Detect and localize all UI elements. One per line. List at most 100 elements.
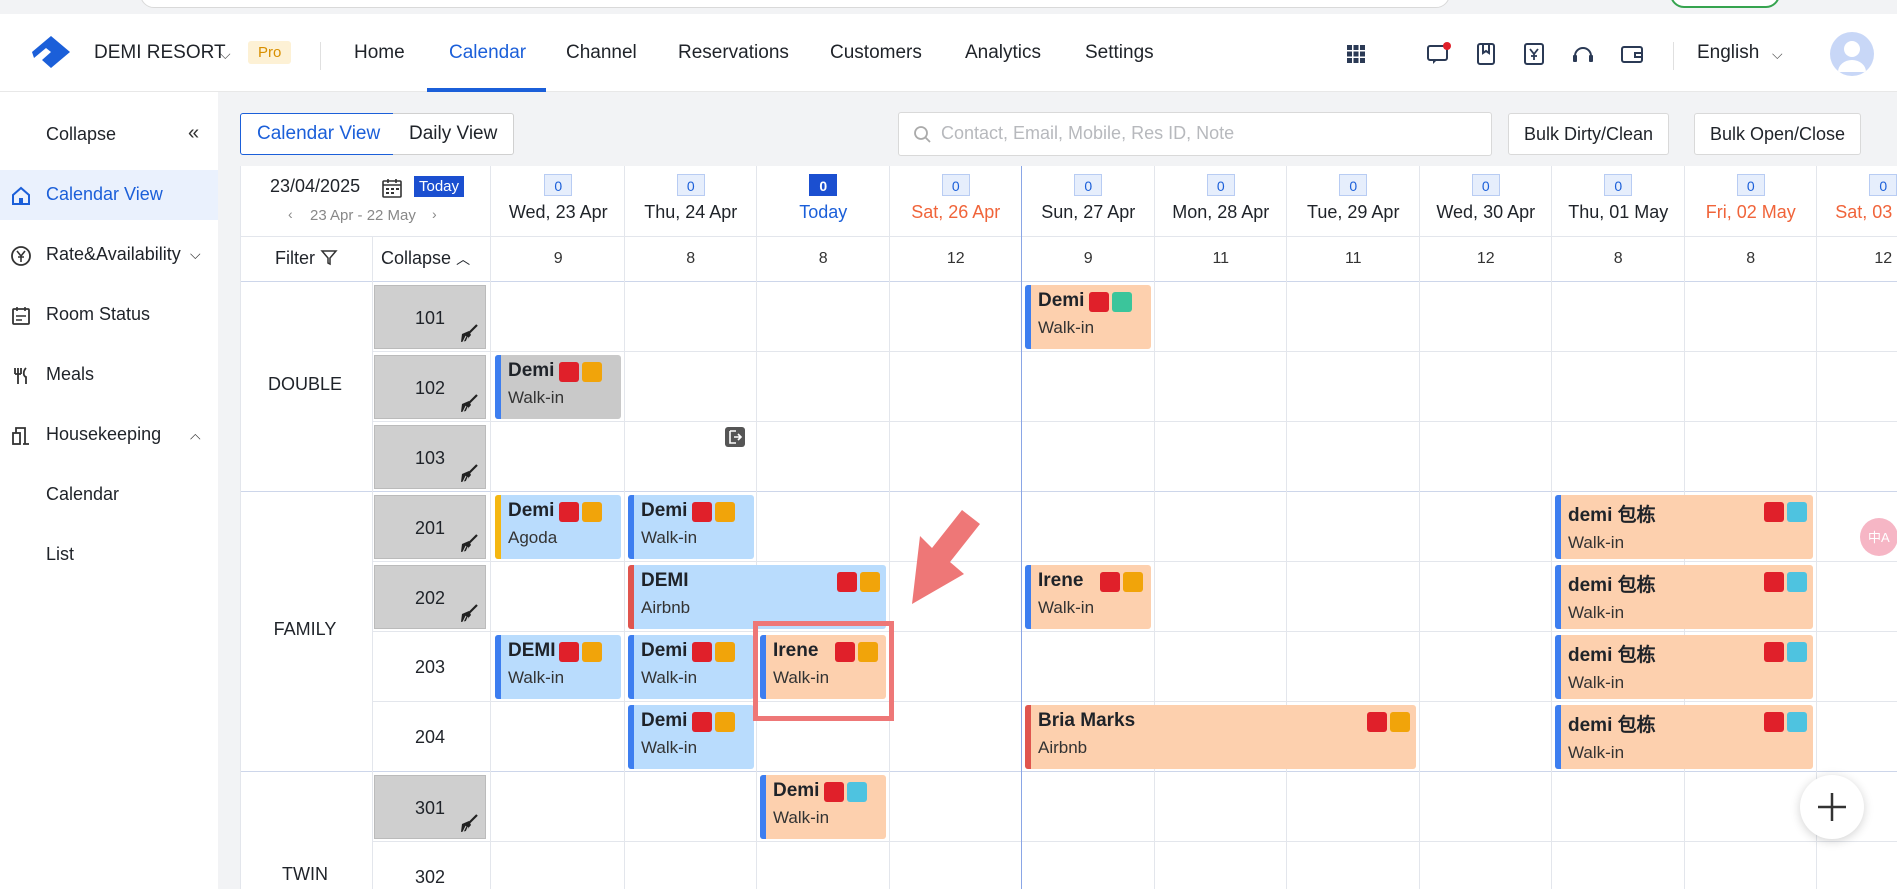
nav-home[interactable]: Home <box>354 42 405 64</box>
date-header[interactable]: 0 Sat, 03 May <box>1817 166 1897 236</box>
language-selector[interactable]: English <box>1697 42 1759 64</box>
booking-icons <box>692 712 735 732</box>
booking-block[interactable]: Irene Walk-in <box>1025 565 1151 629</box>
room-status-icon <box>12 307 30 325</box>
sidebar-item-housekeeping[interactable]: Housekeeping ⌵ <box>0 410 218 460</box>
room-204[interactable]: 204 <box>374 705 486 769</box>
building-icon <box>1787 712 1807 732</box>
top-action-pill[interactable] <box>1670 0 1780 8</box>
clock-icon <box>1112 292 1132 312</box>
collapse-rooms-button[interactable]: Collapse ︿ <box>381 248 470 269</box>
arrival-count-badge: 0 <box>1869 174 1897 196</box>
availability-count: 11 <box>1212 250 1230 267</box>
avatar[interactable] <box>1830 32 1874 76</box>
room-201[interactable]: 201 <box>374 495 486 559</box>
double-chevron-left-icon[interactable]: « <box>188 122 199 145</box>
chevron-down-icon[interactable]: ⌵ <box>1772 46 1783 63</box>
booking-block[interactable]: demi 包栋 Walk-in <box>1555 565 1813 629</box>
booking-block[interactable]: Demi Walk-in <box>1025 285 1151 349</box>
property-name[interactable]: DEMI RESORT <box>94 42 226 64</box>
invoice-icon[interactable] <box>1521 41 1547 67</box>
booking-block[interactable]: Demi Walk-in <box>628 635 754 699</box>
room-203[interactable]: 203 <box>374 635 486 699</box>
booking-block[interactable]: Demi Walk-in <box>628 705 754 769</box>
sidebar-item-room-status[interactable]: Room Status <box>0 290 218 340</box>
sidebar-item-meals[interactable]: Meals <box>0 350 218 400</box>
today-button[interactable]: Today <box>414 176 465 197</box>
booking-icons <box>1764 572 1807 592</box>
chevron-down-icon: ⌵ <box>190 246 201 262</box>
broom-icon <box>461 464 478 483</box>
wallet-icon[interactable] <box>1619 41 1645 67</box>
chevron-down-icon[interactable]: ⌵ <box>220 46 231 63</box>
grid-line <box>372 561 1897 562</box>
booking-block[interactable]: Bria Marks Airbnb <box>1025 705 1416 769</box>
booking-block[interactable]: DEMI Airbnb <box>628 565 886 629</box>
booking-block[interactable]: Demi Walk-in <box>495 355 621 419</box>
date-header[interactable]: 0 Wed, 23 Apr <box>492 166 625 236</box>
filter-button[interactable]: Filter <box>275 248 338 269</box>
booking-block[interactable]: demi 包栋 Walk-in <box>1555 635 1813 699</box>
current-date[interactable]: 23/04/2025 <box>270 176 360 197</box>
housekeeping-icon <box>12 427 29 445</box>
bulk-open-close-button[interactable]: Bulk Open/Close <box>1694 113 1862 155</box>
bulk-dirty-clean-button[interactable]: Bulk Dirty/Clean <box>1508 113 1670 155</box>
date-header[interactable]: 0 Sun, 27 Apr <box>1022 166 1155 236</box>
tab-daily-view[interactable]: Daily View <box>393 113 515 155</box>
room-301[interactable]: 301 <box>374 775 486 839</box>
sidebar-item-rate-availability[interactable]: Rate&Availability ⌵ <box>0 230 218 280</box>
room-number: 301 <box>414 798 446 818</box>
bookmark-icon[interactable] <box>1473 41 1499 67</box>
search-icon <box>914 126 931 143</box>
payment-icon <box>692 712 712 732</box>
nav-settings[interactable]: Settings <box>1085 42 1154 64</box>
arrival-count-badge: 0 <box>676 174 705 196</box>
payment-icon <box>559 362 579 382</box>
booking-block[interactable]: Demi Walk-in <box>760 775 886 839</box>
booking-block[interactable]: Demi Walk-in <box>628 495 754 559</box>
calendar-icon[interactable] <box>381 177 403 199</box>
room-101[interactable]: 101 <box>374 285 486 349</box>
room-302[interactable]: 302 <box>374 845 486 889</box>
date-header[interactable]: 0 Thu, 01 May <box>1552 166 1685 236</box>
guest-name: Bria Marks <box>1038 710 1136 731</box>
date-header[interactable]: 0 Fri, 02 May <box>1685 166 1818 236</box>
room-type-double: DOUBLE <box>267 374 343 394</box>
sidebar-item-hk-calendar[interactable]: Calendar <box>0 470 218 520</box>
headset-icon[interactable] <box>1570 41 1596 67</box>
room-202[interactable]: 202 <box>374 565 486 629</box>
nav-reservations[interactable]: Reservations <box>678 42 789 64</box>
search-input[interactable] <box>941 123 1481 144</box>
room-103[interactable]: 103 <box>374 425 486 489</box>
address-bar[interactable] <box>140 0 1450 8</box>
date-header[interactable]: 0 Mon, 28 Apr <box>1155 166 1288 236</box>
date-header[interactable]: 0 Tue, 29 Apr <box>1287 166 1420 236</box>
date-header[interactable]: 0 Thu, 24 Apr <box>625 166 758 236</box>
message-icon[interactable] <box>1425 41 1451 67</box>
checkout-icon[interactable] <box>724 426 746 448</box>
nav-calendar[interactable]: Calendar <box>449 42 526 64</box>
date-header[interactable]: 0 Today <box>757 166 890 236</box>
date-header[interactable]: 0 Sat, 26 Apr <box>890 166 1023 236</box>
booking-block[interactable]: Demi Agoda <box>495 495 621 559</box>
translate-icon[interactable]: 中A <box>1860 518 1897 556</box>
nav-customers[interactable]: Customers <box>830 42 922 64</box>
booking-block[interactable]: demi 包栋 Walk-in <box>1555 495 1813 559</box>
booking-status-bar <box>1555 705 1561 769</box>
nav-analytics[interactable]: Analytics <box>965 42 1041 64</box>
booking-block[interactable]: demi 包栋 Walk-in <box>1555 705 1813 769</box>
tab-calendar-view[interactable]: Calendar View <box>240 113 398 155</box>
nav-channel[interactable]: Channel <box>566 42 637 64</box>
booking-block[interactable]: DEMI Walk-in <box>495 635 621 699</box>
sidebar-collapse[interactable]: Collapse « <box>0 110 218 160</box>
add-reservation-button[interactable] <box>1800 775 1864 839</box>
booking-source: Walk-in <box>1568 743 1625 762</box>
room-102[interactable]: 102 <box>374 355 486 419</box>
date-header[interactable]: 0 Wed, 30 Apr <box>1420 166 1553 236</box>
apps-grid-icon[interactable] <box>1343 41 1369 67</box>
sidebar-item-hk-list[interactable]: List <box>0 530 218 580</box>
sidebar-item-calendar-view[interactable]: Calendar View <box>0 170 218 220</box>
chevron-left-icon[interactable]: ‹ <box>288 206 293 222</box>
payment-icon <box>1764 572 1784 592</box>
chevron-right-icon[interactable]: › <box>432 206 437 222</box>
